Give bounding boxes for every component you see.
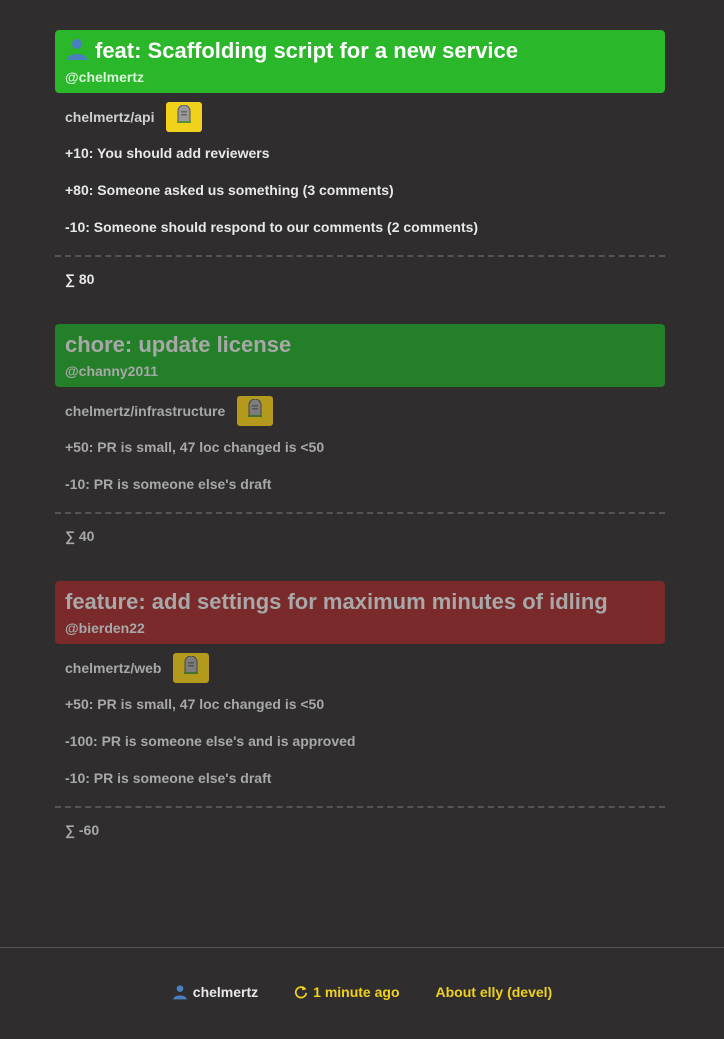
pr-header[interactable]: feat: Scaffolding script for a new servi… — [55, 30, 665, 93]
gravestone-icon — [247, 398, 263, 422]
score-sum: ∑ 80 — [65, 271, 95, 287]
pr-repo: chelmertz/web — [65, 659, 162, 676]
reason-item: -100: PR is someone else's and is approv… — [65, 733, 356, 749]
reason-item: +80: Someone asked us something (3 comme… — [65, 182, 394, 198]
footer-user: chelmertz — [172, 984, 258, 1000]
footer: chelmertz 1 minute ago About elly (devel… — [0, 947, 724, 1039]
pr-repo: chelmertz/api — [65, 108, 155, 125]
gravestone-icon — [176, 104, 192, 128]
bury-button[interactable] — [166, 101, 203, 132]
reason-item: +50: PR is small, 47 loc changed is <50 — [65, 439, 325, 455]
reasons-list: +10: You should add reviewers +80: Someo… — [55, 132, 665, 236]
reason-item: +10: You should add reviewers — [65, 145, 270, 161]
pr-title-text: feat: Scaffolding script for a new servi… — [95, 38, 519, 63]
pr-card: feat: Scaffolding script for a new servi… — [55, 30, 665, 302]
footer-user-name: chelmertz — [192, 984, 259, 1000]
reason-item: -10: PR is someone else's draft — [65, 476, 272, 492]
pr-header[interactable]: chore: update license @channy2011 — [55, 324, 665, 387]
reason-item: +50: PR is small, 47 loc changed is <50 — [65, 696, 325, 712]
pr-title[interactable]: chore: update license — [65, 330, 655, 360]
pr-author: @channy2011 — [65, 363, 159, 379]
reasons-list: +50: PR is small, 47 loc changed is <50 … — [55, 683, 665, 787]
reason-item: -10: Someone should respond to our comme… — [65, 219, 479, 235]
pr-header[interactable]: feature: add settings for maximum minute… — [55, 581, 665, 644]
person-icon — [172, 984, 188, 1000]
repo-row: chelmertz/web — [55, 644, 665, 683]
repo-row: chelmertz/api — [55, 93, 665, 132]
about-link[interactable]: About elly (devel) — [436, 984, 553, 1000]
reason-item: -10: PR is someone else's draft — [65, 770, 272, 786]
page: feat: Scaffolding script for a new servi… — [0, 0, 724, 1039]
pr-title[interactable]: feature: add settings for maximum minute… — [65, 587, 655, 617]
bury-button[interactable] — [237, 395, 274, 426]
reasons-list: +50: PR is small, 47 loc changed is <50 … — [55, 426, 665, 493]
pr-author: @bierden22 — [65, 620, 145, 636]
pr-repo: chelmertz/infrastructure — [65, 402, 226, 419]
refresh-label: 1 minute ago — [313, 984, 400, 1000]
gravestone-icon — [183, 655, 199, 679]
pr-card: feature: add settings for maximum minute… — [55, 581, 665, 853]
pr-title[interactable]: feat: Scaffolding script for a new servi… — [65, 36, 655, 66]
pr-list: feat: Scaffolding script for a new servi… — [55, 30, 665, 853]
bury-button[interactable] — [173, 652, 210, 683]
score-sum: ∑ -60 — [65, 822, 100, 838]
pr-card: chore: update license @channy2011 chelme… — [55, 324, 665, 559]
refresh-icon — [294, 985, 308, 999]
footer-items: chelmertz 1 minute ago About elly (devel… — [0, 984, 724, 1000]
person-icon — [65, 37, 89, 61]
pr-author: @chelmertz — [65, 69, 145, 85]
score-sum: ∑ 40 — [65, 528, 95, 544]
repo-row: chelmertz/infrastructure — [55, 387, 665, 426]
refresh-button[interactable]: 1 minute ago — [294, 984, 400, 1000]
